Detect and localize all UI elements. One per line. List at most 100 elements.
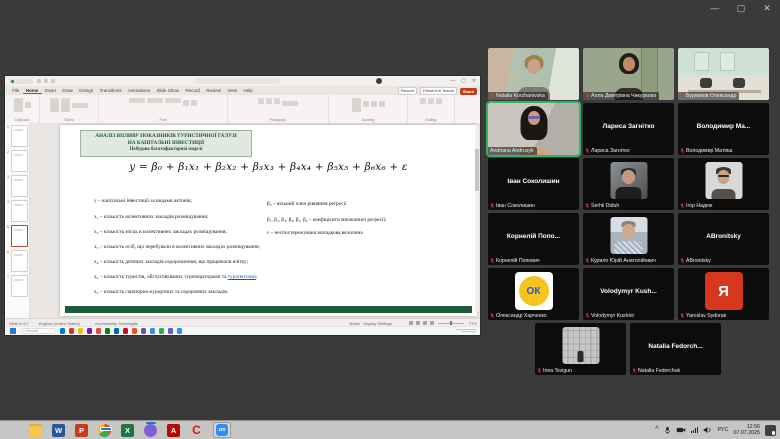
- participant-name-label: Volodymyr Kushnir: [583, 312, 637, 320]
- zoom-app-active[interactable]: zm: [213, 422, 231, 438]
- chrome-icon[interactable]: [98, 424, 111, 437]
- tab-record[interactable]: Record: [182, 88, 203, 93]
- slide-thumbnail-7[interactable]: 7: [5, 273, 29, 298]
- maximize-button[interactable]: ▢: [734, 3, 748, 14]
- tile-serhii-diduh[interactable]: Serhii Diduh: [583, 158, 674, 210]
- ppt-search-box[interactable]: [195, 78, 280, 84]
- tray-mic-icon[interactable]: [664, 426, 671, 435]
- ribbon-group-editing[interactable]: Editing: [408, 95, 455, 123]
- ribbon-group-clipboard[interactable]: Clipboard: [5, 95, 40, 123]
- ribbon-group-paragraph[interactable]: Paragraph: [228, 95, 329, 123]
- word-icon[interactable]: W: [52, 424, 65, 437]
- share-button[interactable]: Share: [460, 88, 477, 95]
- tab-design[interactable]: Design: [76, 88, 96, 93]
- file-explorer-icon[interactable]: [29, 424, 42, 437]
- turagent-link[interactable]: турагентами: [228, 274, 256, 280]
- ppt-minimize-button[interactable]: —: [450, 78, 455, 84]
- record-button[interactable]: Record: [398, 87, 417, 95]
- slide-thumbnail-3[interactable]: 3: [5, 173, 29, 198]
- ppt-maximize-button[interactable]: ▢: [461, 78, 466, 84]
- slide-thumbnail-2[interactable]: 2: [5, 148, 29, 173]
- tab-insert[interactable]: Insert: [42, 88, 60, 93]
- participant-name-label: Іван Соколишин: [488, 202, 538, 210]
- tile-volodymyr-kushnir[interactable]: Volodymyr Kush... Volodymyr Kushnir: [583, 268, 674, 320]
- autosave-toggle[interactable]: [9, 79, 33, 84]
- tile-natalia-fedorchuk[interactable]: Natalia Fedorch... Natalia Fedorchuk: [630, 323, 721, 375]
- powerpoint-icon[interactable]: P: [75, 424, 88, 437]
- participant-name-label: Бурлаков Олександр: [678, 92, 739, 100]
- tab-help[interactable]: Help: [240, 88, 256, 93]
- search-icon: ⌕: [23, 329, 25, 333]
- clock[interactable]: 12:56 07.07.2025: [733, 424, 760, 436]
- slide-thumbnail-4[interactable]: 4: [5, 198, 29, 223]
- tray-chevron-up-icon[interactable]: ^: [655, 427, 658, 433]
- minimize-button[interactable]: —: [708, 3, 722, 14]
- tile-burlakov-oleksandr[interactable]: Бурлаков Олександр: [678, 48, 769, 100]
- notification-icon[interactable]: [765, 425, 776, 436]
- excel-icon[interactable]: X: [121, 424, 134, 437]
- slide-thumbnail-5-selected[interactable]: 5: [5, 223, 29, 248]
- tab-file[interactable]: File: [9, 88, 23, 93]
- tile-inna-tsvigun[interactable]: Inna Tsvigun: [535, 323, 626, 375]
- zoom-slider[interactable]: [438, 323, 464, 324]
- tile-ivan-sokolyshyn[interactable]: Іван Соколишин Іван Соколишин: [488, 158, 579, 210]
- tile-larysa-zahnitko[interactable]: Лариса Загнітко Лариса Загнітко: [583, 103, 674, 155]
- opera-icon[interactable]: C: [190, 424, 203, 437]
- viber-icon[interactable]: [144, 424, 157, 437]
- participant-name-label: Yaroslav Sydorak: [678, 312, 729, 320]
- slide-editing-area: АНАЛІЗ ВПЛИВУ ПОКАЗНИКІВ ТУРИСТИЧНОЇ ГАЛ…: [30, 123, 480, 318]
- acrobat-icon[interactable]: A: [167, 424, 180, 437]
- tab-review[interactable]: Review: [203, 88, 224, 93]
- tile-natalia-korzhanivska[interactable]: Natalia Korzhanivska: [488, 48, 579, 100]
- tab-home[interactable]: Home: [23, 88, 42, 94]
- ppt-close-button[interactable]: ✕: [472, 78, 476, 84]
- windows-taskbar: W P X A C zm ^ РУС 12:56 07.07.2025: [0, 420, 780, 439]
- tray-speaker-icon[interactable]: [703, 426, 712, 434]
- tab-transitions[interactable]: Transitions: [96, 88, 124, 93]
- slide-thumbnail-panel: 1 2 3 4 5 6 7: [5, 123, 30, 318]
- slide-thumbnail-6[interactable]: 6: [5, 248, 29, 273]
- participant-display-name: Natalia Fedorch...: [630, 343, 721, 350]
- present-in-teams-button[interactable]: Present in Teams: [420, 87, 457, 95]
- view-switcher[interactable]: [409, 321, 434, 325]
- participant-name-label: Natalia Fedorchuk: [630, 367, 683, 375]
- participant-avatar: [705, 162, 742, 199]
- ribbon-group-drawing[interactable]: Drawing: [329, 95, 408, 123]
- canvas-scrollbar[interactable]: [475, 127, 479, 312]
- language-indicator[interactable]: РУС: [717, 427, 728, 433]
- quick-access-toolbar[interactable]: [37, 79, 55, 83]
- tile-yaroslav-sydorak[interactable]: Я Yaroslav Sydorak: [678, 268, 769, 320]
- tray-camera-icon[interactable]: [676, 426, 686, 434]
- tab-draw[interactable]: Draw: [59, 88, 76, 93]
- slide-bullet-x1: x₁ – кількість колективних закладів розм…: [94, 214, 208, 220]
- shared-search-box[interactable]: ⌕ Search: [20, 328, 56, 334]
- tile-volodymyr-matiiash[interactable]: Володимир Ма... Володимир Матіяш: [678, 103, 769, 155]
- shared-taskbar-apps[interactable]: [60, 328, 183, 334]
- tile-andriana-andrusyk-active-speaker[interactable]: Andriana Andrusyk: [488, 103, 579, 155]
- shared-start-button[interactable]: [10, 328, 16, 334]
- tile-alla-chykurkova[interactable]: Алла Дмитрівна Чикуркова: [583, 48, 674, 100]
- muted-mic-icon: [680, 148, 685, 154]
- tab-slide-show[interactable]: Slide Show: [153, 88, 182, 93]
- participant-avatar: [610, 217, 647, 254]
- muted-mic-icon: [490, 258, 495, 264]
- slide-thumbnail-1[interactable]: 1: [5, 123, 29, 148]
- muted-mic-icon: [537, 368, 542, 374]
- zoom-icon[interactable]: zm: [216, 424, 228, 436]
- muted-mic-icon: [490, 93, 495, 99]
- tray-network-icon[interactable]: [691, 427, 699, 434]
- account-avatar[interactable]: [376, 78, 382, 84]
- ribbon-group-font[interactable]: Font: [99, 95, 228, 123]
- tile-abronitsky[interactable]: ABronitsky ABronitsky: [678, 213, 769, 265]
- tile-ihor-nadiuk[interactable]: Ігор Надюк: [678, 158, 769, 210]
- tile-oleksandr-kharchenko[interactable]: ОК Олександр Харченко: [488, 268, 579, 320]
- ribbon-group-slides[interactable]: Slides: [40, 95, 99, 123]
- muted-mic-icon: [632, 368, 637, 374]
- tab-view[interactable]: View: [224, 88, 240, 93]
- tile-kurylo-yurii[interactable]: Курило Юрій Анатолійович: [583, 213, 674, 265]
- tab-animations[interactable]: Animations: [125, 88, 154, 93]
- start-button[interactable]: [8, 425, 19, 436]
- close-button[interactable]: ✕: [760, 3, 774, 14]
- tile-kornelii-popovych[interactable]: Корнелій Попо... Корнелій Попович: [488, 213, 579, 265]
- ok-logo: ОК: [515, 272, 553, 310]
